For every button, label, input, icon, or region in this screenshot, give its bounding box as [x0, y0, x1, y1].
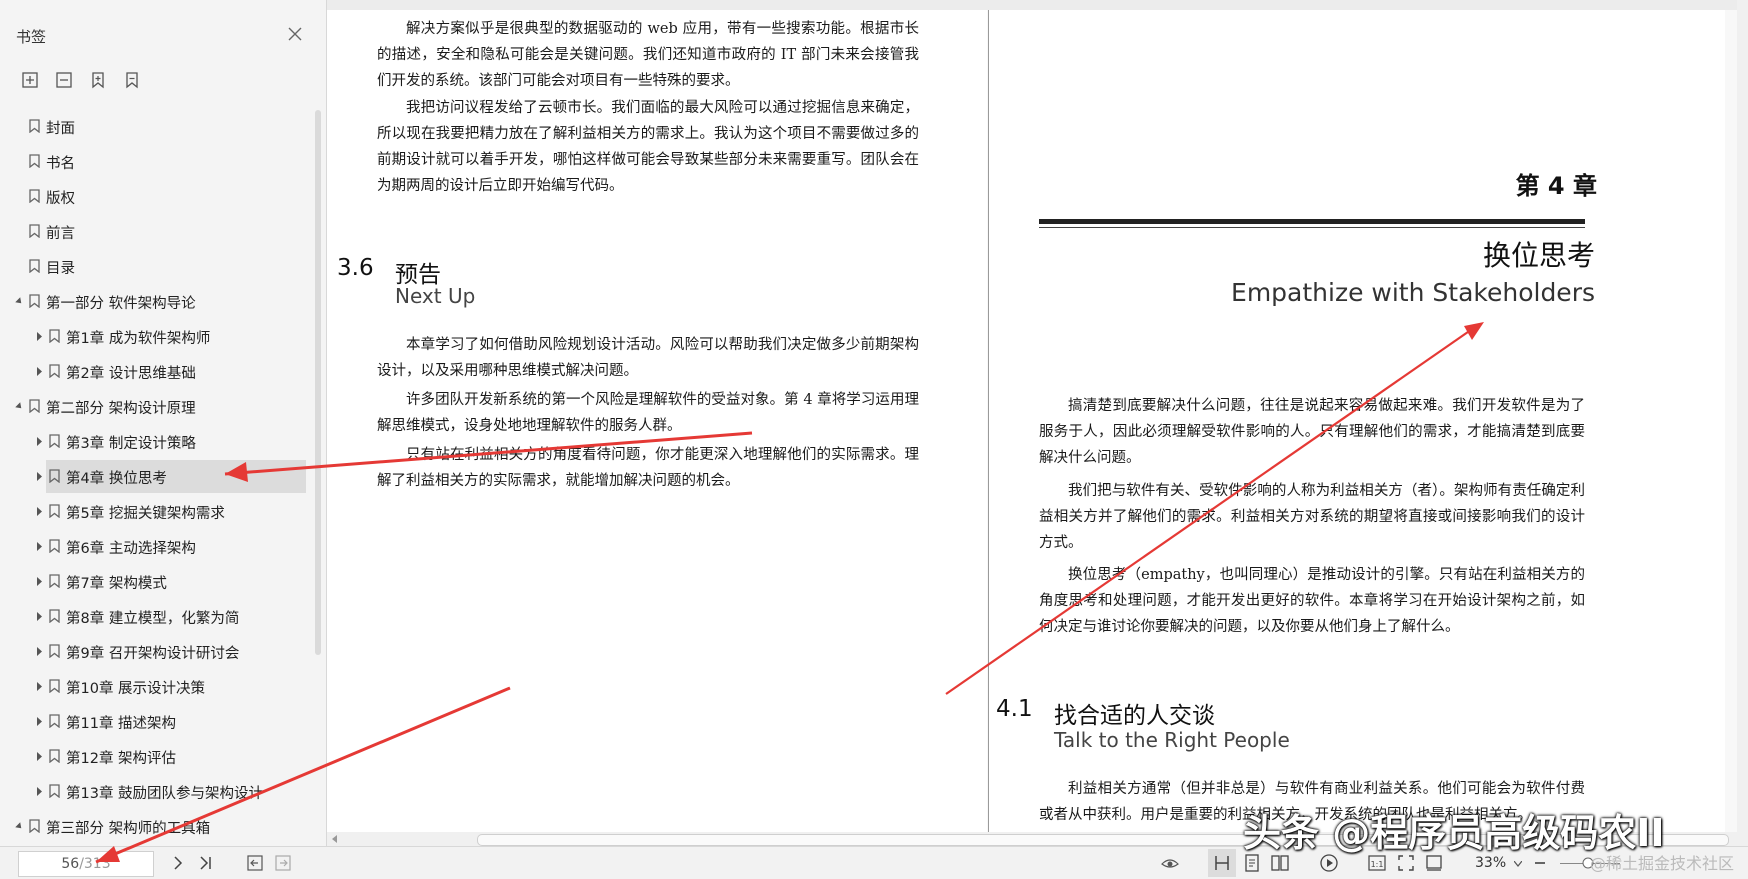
annotation-arrow: [95, 686, 511, 864]
watermark-sub: @稀土掘金技术社区: [1590, 854, 1735, 873]
annotation-arrow: [945, 324, 1479, 695]
annotation-arrowhead: [1464, 322, 1484, 340]
annotation-arrowhead: [96, 846, 120, 862]
annotation-arrow: [224, 431, 753, 476]
annotation-overlay: [95, 322, 1484, 864]
annotation-arrowhead: [225, 462, 248, 482]
watermark: 头条 @程序员高级码农II: [1243, 811, 1665, 855]
